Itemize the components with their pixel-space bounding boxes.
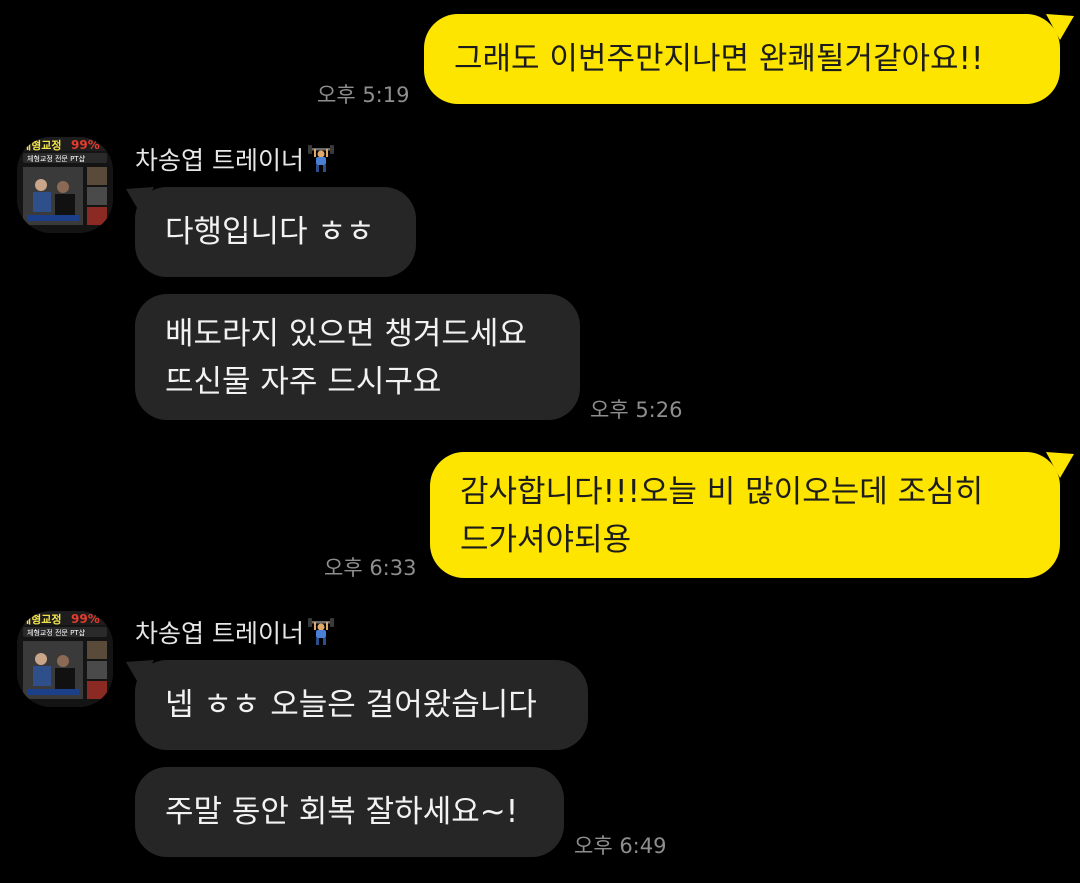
message-text: 넵 ㅎㅎ 오늘은 걸어왔습니다 xyxy=(165,687,537,723)
trainer-message-bubble[interactable]: 주말 동안 회복 잘하세요~! xyxy=(135,767,564,857)
trainer-message-bubble[interactable]: 배도라지 있으면 챙겨드세요 뜨신물 자주 드시구요 xyxy=(135,294,580,420)
gym-poster-avatar: 체형교정 99% 체형교정 전문 PT샵 xyxy=(17,611,113,707)
svg-text:99%: 99% xyxy=(71,138,100,152)
message-text: 뜨신물 자주 드시구요 xyxy=(165,364,442,400)
trainer-message-bubble[interactable]: 다행입니다 ㅎㅎ xyxy=(135,187,416,277)
message-text: 그래도 이번주만지나면 완쾌될거같아요!! xyxy=(454,41,984,77)
message-time: 오후 5:26 xyxy=(590,398,683,422)
message-text: 배도라지 있으면 챙겨드세요 xyxy=(165,316,527,352)
bubble-tail xyxy=(1046,452,1074,478)
weightlifter-emoji-icon xyxy=(307,145,335,173)
message-text: 드가셔야되용 xyxy=(460,522,632,558)
bubble-tail xyxy=(126,187,154,213)
svg-text:체형교정 전문 PT샵: 체형교정 전문 PT샵 xyxy=(27,628,86,637)
svg-text:체형교정 전문 PT샵: 체형교정 전문 PT샵 xyxy=(27,154,86,163)
message-text: 감사합니다!!!오늘 비 많이오는데 조심히 xyxy=(460,474,984,510)
my-message-bubble[interactable]: 감사합니다!!!오늘 비 많이오는데 조심히 드가셔야되용 xyxy=(430,452,1060,578)
weightlifter-emoji-icon xyxy=(307,618,335,646)
sender-name: 차송엽 트레이너 xyxy=(135,614,335,650)
avatar[interactable]: 체형교정 99% 체형교정 전문 PT샵 xyxy=(17,137,113,233)
trainer-message-bubble[interactable]: 넵 ㅎㅎ 오늘은 걸어왔습니다 xyxy=(135,660,588,750)
message-time: 오후 6:49 xyxy=(574,834,667,858)
my-message-bubble[interactable]: 그래도 이번주만지나면 완쾌될거같아요!! xyxy=(424,14,1060,104)
bubble-tail xyxy=(126,660,154,686)
message-text: 다행입니다 ㅎㅎ xyxy=(165,214,375,250)
avatar[interactable]: 체형교정 99% 체형교정 전문 PT샵 xyxy=(17,611,113,707)
svg-text:체형교정: 체형교정 xyxy=(21,612,61,626)
message-text: 주말 동안 회복 잘하세요~! xyxy=(165,794,519,830)
message-time: 오후 5:19 xyxy=(317,83,410,107)
svg-text:체형교정: 체형교정 xyxy=(21,138,61,152)
sender-name: 차송엽 트레이너 xyxy=(135,141,335,177)
chat-room[interactable]: 그래도 이번주만지나면 완쾌될거같아요!! 오후 5:19 체형교정 99% 체… xyxy=(0,0,1080,883)
bubble-tail xyxy=(1046,14,1074,40)
svg-text:99%: 99% xyxy=(71,612,100,626)
message-time: 오후 6:33 xyxy=(324,556,417,580)
gym-poster-avatar: 체형교정 99% 체형교정 전문 PT샵 xyxy=(17,137,113,233)
